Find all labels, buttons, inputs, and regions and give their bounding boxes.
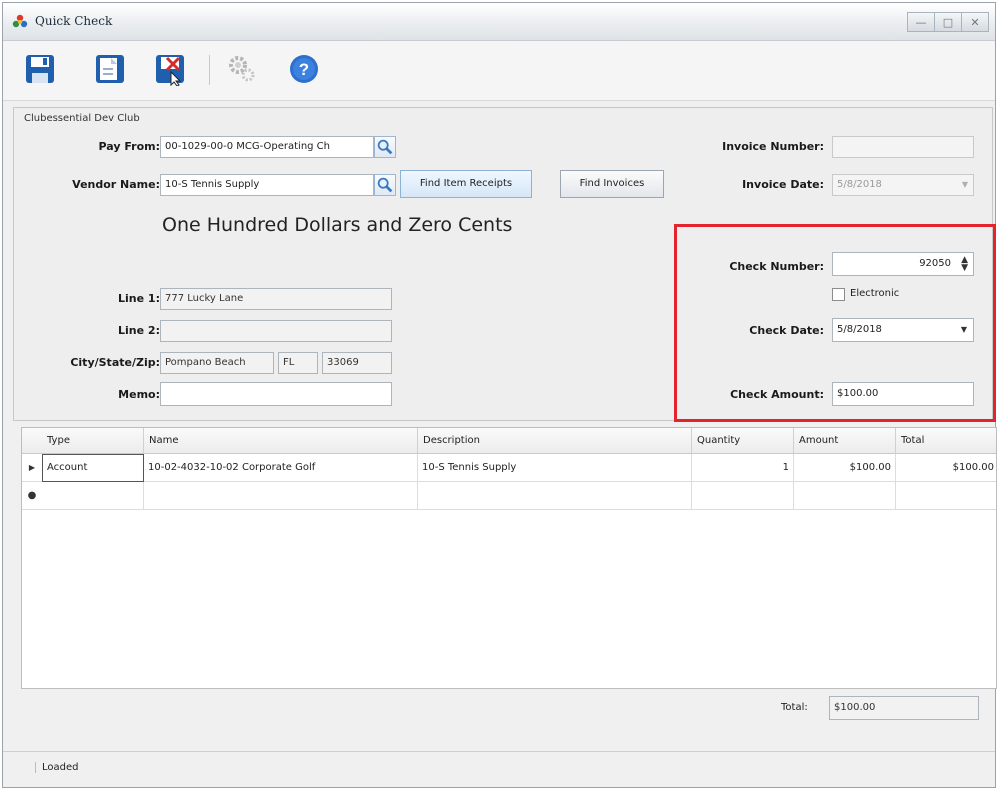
minimize-button[interactable]: — bbox=[907, 12, 935, 32]
maximize-icon: □ bbox=[942, 15, 954, 29]
cell-description[interactable]: 10-S Tennis Supply bbox=[418, 454, 692, 482]
total-label: Total: bbox=[781, 702, 808, 713]
table-row[interactable]: ▶ Account 10-02-4032-10-02 Corporate Gol… bbox=[22, 454, 996, 482]
status-bar: Loaded bbox=[3, 751, 995, 787]
memo-label: Memo: bbox=[118, 388, 160, 401]
new-cell-type[interactable] bbox=[42, 482, 144, 510]
delete-icon[interactable] bbox=[153, 52, 187, 86]
state-field[interactable]: FL bbox=[278, 352, 318, 374]
spin-down-icon[interactable]: ▼ bbox=[961, 264, 968, 273]
current-row-icon: ▶ bbox=[28, 463, 36, 472]
cell-type[interactable]: Account bbox=[42, 454, 144, 482]
invoice-date-field[interactable]: 5/8/2018 ▼ bbox=[832, 174, 974, 196]
line-items-grid: Type Name Description Quantity Amount To… bbox=[21, 427, 997, 689]
pay-from-search-button[interactable] bbox=[374, 136, 396, 158]
check-number-field[interactable]: 92050 ▲ ▼ bbox=[832, 252, 974, 276]
search-icon bbox=[377, 177, 393, 193]
app-logo-icon bbox=[12, 14, 28, 28]
invoice-date-value: 5/8/2018 bbox=[837, 179, 882, 190]
chevron-down-icon: ▼ bbox=[961, 180, 968, 189]
status-text: Loaded bbox=[35, 762, 79, 773]
title-bar[interactable]: Quick Check — □ ✕ bbox=[3, 3, 995, 41]
window-controls: — □ ✕ bbox=[907, 12, 989, 32]
check-amount-field[interactable]: $100.00 bbox=[832, 382, 974, 406]
save-icon[interactable] bbox=[23, 52, 57, 86]
new-cell-quantity[interactable] bbox=[692, 482, 794, 510]
vendor-search-button[interactable] bbox=[374, 174, 396, 196]
find-invoices-button[interactable]: Find Invoices bbox=[560, 170, 664, 198]
cell-quantity[interactable]: 1 bbox=[692, 454, 794, 482]
close-icon: ✕ bbox=[970, 15, 980, 29]
window-title: Quick Check bbox=[35, 14, 113, 28]
pay-from-label: Pay From: bbox=[98, 140, 160, 153]
electronic-checkbox[interactable] bbox=[832, 288, 845, 301]
electronic-label: Electronic bbox=[850, 288, 900, 299]
check-number-value: 92050 bbox=[919, 258, 951, 269]
help-icon[interactable]: ? bbox=[287, 52, 321, 86]
new-row[interactable]: ● bbox=[22, 482, 996, 510]
settings-icon[interactable] bbox=[225, 52, 259, 86]
column-header-quantity[interactable]: Quantity bbox=[692, 428, 794, 454]
amount-in-words: One Hundred Dollars and Zero Cents bbox=[162, 214, 513, 236]
line1-label: Line 1: bbox=[118, 292, 160, 305]
memo-field[interactable] bbox=[160, 382, 392, 406]
city-field[interactable]: Pompano Beach bbox=[160, 352, 274, 374]
quick-check-window: Quick Check — □ ✕ ? Clubessential Dev Cl… bbox=[2, 2, 997, 788]
cell-name[interactable]: 10-02-4032-10-02 Corporate Golf bbox=[144, 454, 418, 482]
new-cell-amount[interactable] bbox=[794, 482, 896, 510]
column-header-type[interactable]: Type bbox=[42, 428, 144, 454]
invoice-number-field[interactable] bbox=[832, 136, 974, 158]
find-item-receipts-button[interactable]: Find Item Receipts bbox=[400, 170, 532, 198]
minimize-icon: — bbox=[915, 15, 927, 29]
check-date-label: Check Date: bbox=[749, 324, 824, 337]
new-row-icon: ● bbox=[27, 490, 37, 501]
grid-header: Type Name Description Quantity Amount To… bbox=[22, 428, 996, 454]
vendor-name-field[interactable]: 10-S Tennis Supply bbox=[160, 174, 374, 196]
check-date-field[interactable]: 5/8/2018 ▼ bbox=[832, 318, 974, 342]
invoice-date-label: Invoice Date: bbox=[742, 178, 824, 191]
line2-label: Line 2: bbox=[118, 324, 160, 337]
club-name: Clubessential Dev Club bbox=[24, 113, 140, 124]
close-button[interactable]: ✕ bbox=[961, 12, 989, 32]
zip-field[interactable]: 33069 bbox=[322, 352, 392, 374]
total-field: $100.00 bbox=[829, 696, 979, 720]
new-cell-description[interactable] bbox=[418, 482, 692, 510]
invoice-number-label: Invoice Number: bbox=[722, 140, 824, 153]
toolbar: ? bbox=[3, 41, 995, 101]
toolbar-separator bbox=[209, 55, 210, 85]
chevron-down-icon[interactable]: ▼ bbox=[961, 319, 967, 341]
line1-field[interactable]: 777 Lucky Lane bbox=[160, 288, 392, 310]
maximize-button[interactable]: □ bbox=[934, 12, 962, 32]
new-cell-total[interactable] bbox=[896, 482, 998, 510]
check-details-panel: Clubessential Dev Club Pay From: 00-1029… bbox=[13, 107, 996, 422]
city-state-zip-label: City/State/Zip: bbox=[70, 356, 160, 369]
new-cell-name[interactable] bbox=[144, 482, 418, 510]
cell-total[interactable]: $100.00 bbox=[896, 454, 998, 482]
search-icon bbox=[377, 139, 393, 155]
vendor-name-label: Vendor Name: bbox=[72, 178, 160, 191]
column-header-total[interactable]: Total bbox=[896, 428, 998, 454]
line2-field[interactable] bbox=[160, 320, 392, 342]
pay-from-field[interactable]: 00-1029-00-0 MCG-Operating Ch bbox=[160, 136, 374, 158]
column-header-name[interactable]: Name bbox=[144, 428, 418, 454]
svg-text:?: ? bbox=[299, 60, 309, 79]
check-number-label: Check Number: bbox=[729, 260, 824, 273]
column-header-amount[interactable]: Amount bbox=[794, 428, 896, 454]
column-header-description[interactable]: Description bbox=[418, 428, 692, 454]
check-amount-label: Check Amount: bbox=[730, 388, 824, 401]
cell-amount[interactable]: $100.00 bbox=[794, 454, 896, 482]
save-new-icon[interactable] bbox=[93, 52, 127, 86]
check-date-value: 5/8/2018 bbox=[837, 324, 882, 335]
